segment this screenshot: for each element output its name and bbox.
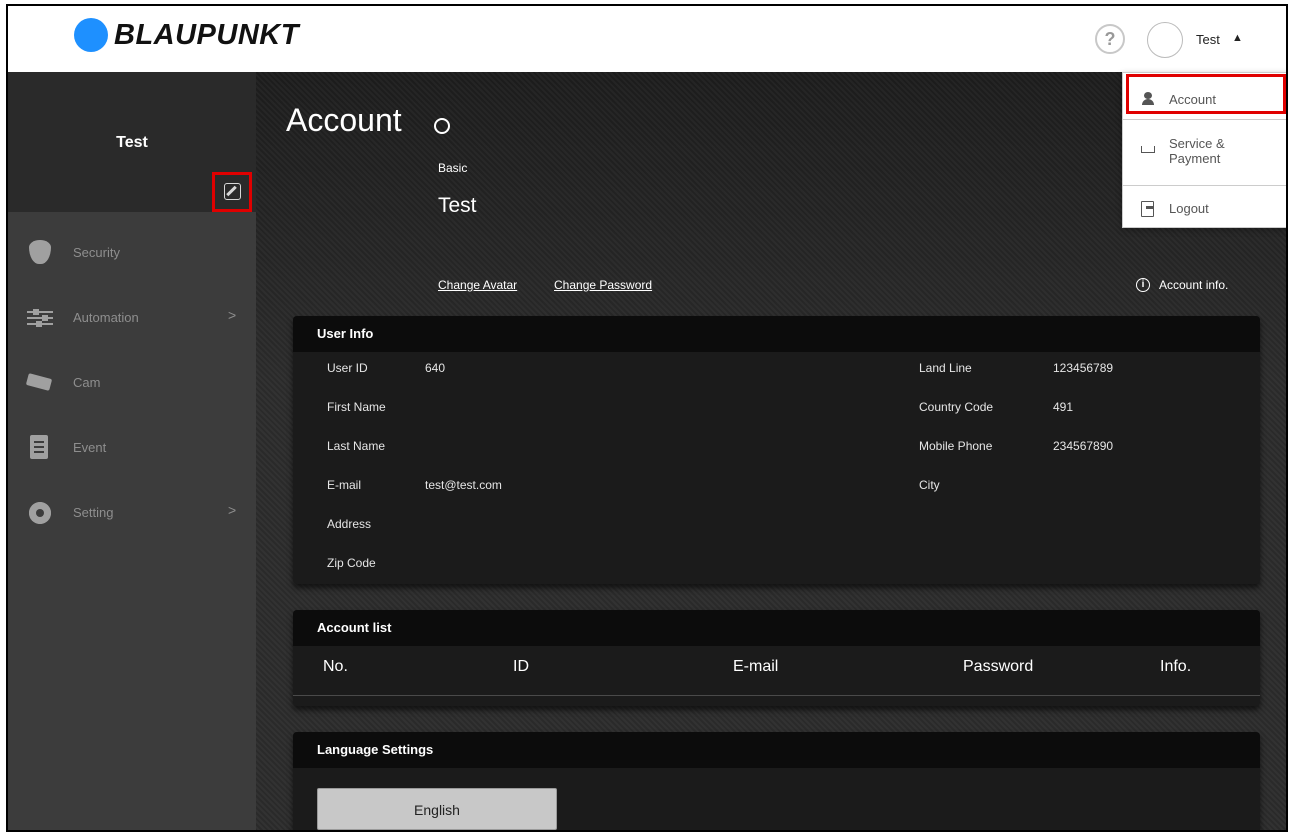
sidebar-item-cam[interactable]: Cam bbox=[8, 350, 256, 415]
camera-icon bbox=[25, 370, 53, 396]
language-select-button[interactable]: English bbox=[317, 788, 557, 830]
header: BLAUPUNKT ? Test ▲ bbox=[8, 6, 1286, 72]
sidebar: Test Security Automation > Cam Event Set… bbox=[8, 72, 256, 830]
user-id-label: User ID bbox=[327, 361, 368, 375]
user-menu-name[interactable]: Test bbox=[1196, 32, 1220, 47]
first-name-label: First Name bbox=[327, 400, 386, 414]
column-email: E-mail bbox=[733, 658, 779, 675]
avatar[interactable] bbox=[1147, 22, 1183, 58]
sidebar-item-event[interactable]: Event bbox=[8, 415, 256, 480]
sidebar-item-label: Automation bbox=[73, 310, 139, 325]
logout-icon bbox=[1141, 201, 1155, 217]
country-code-label: Country Code bbox=[919, 400, 994, 414]
mobile-phone-label: Mobile Phone bbox=[919, 439, 993, 453]
country-code-value: 491 bbox=[1053, 400, 1074, 414]
profile-name: Test bbox=[116, 134, 148, 151]
shield-icon bbox=[27, 239, 53, 266]
user-info-panel: User Info User ID 640 First Name Last Na… bbox=[293, 316, 1260, 584]
mobile-phone-value: 234567890 bbox=[1053, 439, 1114, 453]
brand-name: BLAUPUNKT bbox=[114, 18, 299, 51]
sidebar-item-security[interactable]: Security bbox=[8, 220, 256, 285]
account-list-panel: Account list No. ID E-mail Password Info… bbox=[293, 610, 1260, 706]
menu-item-label: Service & bbox=[1169, 136, 1225, 151]
info-icon: i bbox=[1136, 278, 1150, 292]
edit-icon[interactable] bbox=[434, 118, 450, 134]
menu-item-label: Logout bbox=[1169, 200, 1209, 216]
account-list-title: Account list bbox=[293, 610, 1260, 646]
list-icon bbox=[27, 434, 53, 461]
sidebar-item-setting[interactable]: Setting > bbox=[8, 480, 256, 545]
sidebar-item-label: Cam bbox=[73, 375, 101, 390]
column-id: ID bbox=[513, 658, 529, 675]
column-info: Info. bbox=[1160, 658, 1192, 675]
sliders-icon bbox=[27, 305, 53, 331]
land-line-label: Land Line bbox=[919, 361, 972, 375]
language-settings-panel: Language Settings English bbox=[293, 732, 1260, 830]
column-no: No. bbox=[323, 658, 348, 675]
email-label: E-mail bbox=[327, 478, 362, 492]
profile-edit-button[interactable] bbox=[212, 172, 252, 212]
sidebar-item-label: Event bbox=[73, 440, 107, 455]
account-info-label: Account info. bbox=[1159, 278, 1229, 292]
profile-panel: Test bbox=[8, 72, 256, 212]
column-password: Password bbox=[963, 658, 1034, 675]
chevron-right-icon: > bbox=[228, 307, 237, 323]
app-window: BLAUPUNKT ? Test ▲ Test Security Automat… bbox=[6, 4, 1288, 832]
sidebar-item-label: Security bbox=[73, 245, 120, 260]
gear-icon bbox=[27, 500, 53, 526]
divider bbox=[1123, 185, 1286, 186]
page-title: Account bbox=[286, 102, 402, 138]
change-avatar-link[interactable]: Change Avatar bbox=[438, 278, 517, 292]
logo-dot-icon bbox=[74, 18, 108, 52]
address-label: Address bbox=[327, 517, 372, 531]
land-line-value: 123456789 bbox=[1053, 361, 1114, 375]
account-type: Basic bbox=[438, 161, 468, 175]
last-name-label: Last Name bbox=[327, 439, 386, 453]
city-label: City bbox=[919, 478, 940, 492]
language-settings-title: Language Settings bbox=[293, 732, 1260, 768]
sidebar-nav: Security Automation > Cam Event Setting … bbox=[8, 220, 256, 545]
email-value: test@test.com bbox=[425, 478, 502, 492]
menu-item-logout[interactable]: Logout bbox=[1123, 193, 1286, 223]
user-info-title: User Info bbox=[293, 316, 1260, 352]
edit-icon bbox=[224, 183, 241, 200]
sidebar-item-label: Setting bbox=[73, 505, 114, 520]
chevron-right-icon: > bbox=[228, 502, 237, 518]
cart-icon bbox=[1141, 144, 1155, 158]
chevron-up-icon[interactable]: ▲ bbox=[1232, 32, 1243, 44]
account-highlight-box bbox=[1126, 74, 1286, 114]
account-info-link[interactable]: i Account info. bbox=[1136, 278, 1228, 292]
menu-item-service-payment[interactable]: Service & Payment bbox=[1123, 131, 1286, 171]
divider bbox=[293, 695, 1260, 696]
menu-item-label: Payment bbox=[1169, 151, 1221, 166]
divider bbox=[1123, 119, 1286, 120]
sidebar-item-automation[interactable]: Automation > bbox=[8, 285, 256, 350]
brand-logo[interactable]: BLAUPUNKT bbox=[74, 18, 299, 52]
user-id-value: 640 bbox=[425, 361, 446, 375]
zip-code-label: Zip Code bbox=[327, 556, 376, 570]
account-name: Test bbox=[438, 194, 477, 217]
help-icon[interactable]: ? bbox=[1095, 24, 1125, 54]
change-password-link[interactable]: Change Password bbox=[554, 278, 652, 292]
